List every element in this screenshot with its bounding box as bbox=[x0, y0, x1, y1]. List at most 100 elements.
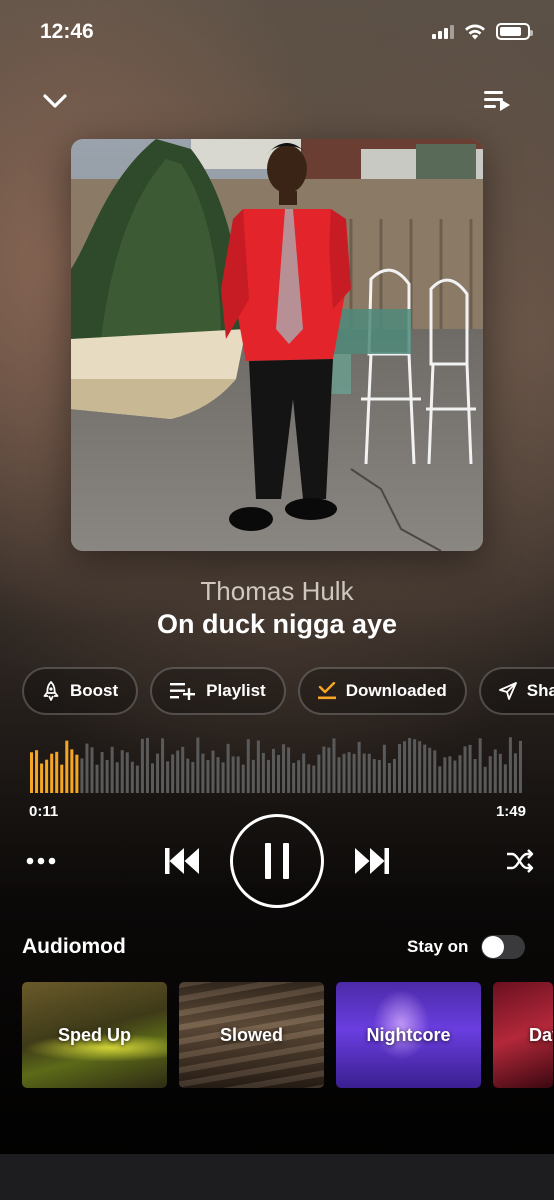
preset-slowed[interactable]: Slowed bbox=[179, 982, 324, 1088]
waveform-bar bbox=[287, 747, 291, 793]
waveform-bar bbox=[508, 737, 512, 793]
share-label: Share bbox=[526, 681, 554, 700]
waveform-bar bbox=[352, 753, 356, 793]
waveform-bar-played bbox=[50, 753, 54, 793]
waveform-bar bbox=[428, 747, 432, 793]
waveform-bar bbox=[418, 741, 422, 793]
downloaded-button[interactable]: Downloaded bbox=[297, 667, 467, 715]
waveform-bar bbox=[145, 737, 149, 793]
waveform-bar bbox=[478, 738, 482, 793]
waveform-bar bbox=[85, 743, 89, 793]
add-to-playlist-button[interactable]: Playlist bbox=[150, 667, 286, 715]
waveform-bar bbox=[271, 748, 275, 793]
waveform-bar bbox=[397, 744, 401, 793]
waveform-seekbar[interactable] bbox=[30, 735, 524, 793]
waveform-bar bbox=[387, 763, 391, 793]
waveform-bar-played bbox=[45, 759, 49, 793]
playlist-add-icon bbox=[170, 683, 196, 700]
waveform-bar bbox=[367, 753, 371, 793]
share-button[interactable]: Share bbox=[478, 667, 554, 715]
waveform-bar bbox=[468, 744, 472, 793]
waveform-bar bbox=[317, 754, 321, 793]
waveform-bar bbox=[518, 740, 522, 793]
more-options-button[interactable] bbox=[24, 846, 58, 876]
stay-on-label: Stay on bbox=[407, 937, 469, 956]
pause-button[interactable] bbox=[230, 814, 324, 908]
skip-next-icon bbox=[355, 848, 389, 874]
waveform-bar bbox=[463, 746, 467, 793]
queue-button[interactable] bbox=[480, 84, 514, 118]
shuffle-icon bbox=[507, 849, 534, 873]
waveform-bar bbox=[191, 761, 195, 793]
waveform-bar-played bbox=[70, 749, 74, 793]
waveform-bar bbox=[503, 764, 507, 793]
preset-label: Sped Up bbox=[57, 1024, 131, 1045]
waveform-bar bbox=[423, 744, 427, 793]
bottom-bar bbox=[0, 1154, 554, 1200]
waveform-bar bbox=[443, 757, 447, 793]
waveform-bar bbox=[377, 759, 381, 793]
previous-track-button[interactable] bbox=[163, 844, 201, 878]
send-icon bbox=[498, 682, 517, 700]
track-title: On duck nigga aye bbox=[156, 609, 398, 639]
waveform-bar bbox=[201, 753, 205, 793]
waveform-bar bbox=[150, 763, 154, 793]
waveform-bar bbox=[246, 739, 250, 793]
waveform-bar bbox=[156, 753, 160, 793]
waveform-bar bbox=[292, 762, 296, 793]
waveform-bar bbox=[261, 752, 265, 793]
waveform-bar bbox=[241, 764, 245, 793]
playlist-label: Playlist bbox=[206, 681, 266, 700]
waveform-bar bbox=[90, 747, 94, 793]
audiomod-presets: Sped Up Slowed Nightcore Day bbox=[22, 982, 553, 1088]
album-artwork-image bbox=[71, 139, 483, 551]
waveform-bar-played bbox=[60, 764, 64, 793]
preset-nightcore[interactable]: Nightcore bbox=[336, 982, 481, 1088]
boost-button[interactable]: Boost bbox=[22, 667, 139, 715]
track-artist[interactable]: Thomas Hulk bbox=[0, 576, 554, 607]
preset-day[interactable]: Day bbox=[493, 982, 553, 1088]
waveform-bar bbox=[403, 741, 407, 793]
waveform-bar-played bbox=[75, 754, 79, 793]
waveform-bar-played bbox=[65, 740, 69, 793]
waveform-bar-played bbox=[55, 751, 59, 793]
waveform-bar bbox=[181, 746, 185, 793]
waveform-bar bbox=[120, 750, 124, 793]
waveform-bar bbox=[216, 757, 220, 793]
waveform-bar bbox=[140, 738, 144, 793]
waveform-bar bbox=[100, 752, 104, 793]
waveform-bar bbox=[125, 752, 129, 793]
wifi-icon bbox=[465, 23, 485, 39]
waveform-bar bbox=[161, 738, 165, 793]
waveform-bar bbox=[251, 759, 255, 793]
waveform-bar bbox=[408, 737, 412, 793]
waveform-bar bbox=[80, 758, 84, 793]
next-track-button[interactable] bbox=[353, 844, 391, 878]
collapse-player-button[interactable] bbox=[38, 84, 72, 118]
playback-controls bbox=[0, 814, 554, 908]
waveform-bar bbox=[196, 737, 200, 793]
waveform-bar bbox=[453, 760, 457, 793]
preset-label: Slowed bbox=[219, 1024, 283, 1045]
waveform-bar bbox=[382, 744, 386, 793]
boost-label: Boost bbox=[70, 681, 119, 700]
waveform-bar bbox=[458, 755, 462, 793]
waveform-bar bbox=[322, 746, 326, 793]
waveform-bar bbox=[130, 761, 134, 793]
shuffle-button[interactable] bbox=[504, 846, 536, 876]
waveform-bar bbox=[206, 760, 210, 793]
stay-on-toggle[interactable] bbox=[481, 935, 525, 959]
waveform-bar bbox=[231, 756, 235, 793]
waveform-bar bbox=[448, 756, 452, 793]
waveform-bar bbox=[256, 740, 260, 793]
waveform-bar bbox=[221, 762, 225, 793]
waveform-bar bbox=[211, 750, 215, 793]
waveform-bar bbox=[307, 764, 311, 793]
waveform-bar-played bbox=[30, 752, 34, 793]
preset-sped-up[interactable]: Sped Up bbox=[22, 982, 167, 1088]
waveform-bar bbox=[166, 761, 170, 793]
download-check-icon bbox=[317, 682, 336, 700]
pause-icon bbox=[265, 843, 289, 879]
waveform-bar bbox=[95, 764, 99, 793]
waveform-bar bbox=[327, 747, 331, 793]
